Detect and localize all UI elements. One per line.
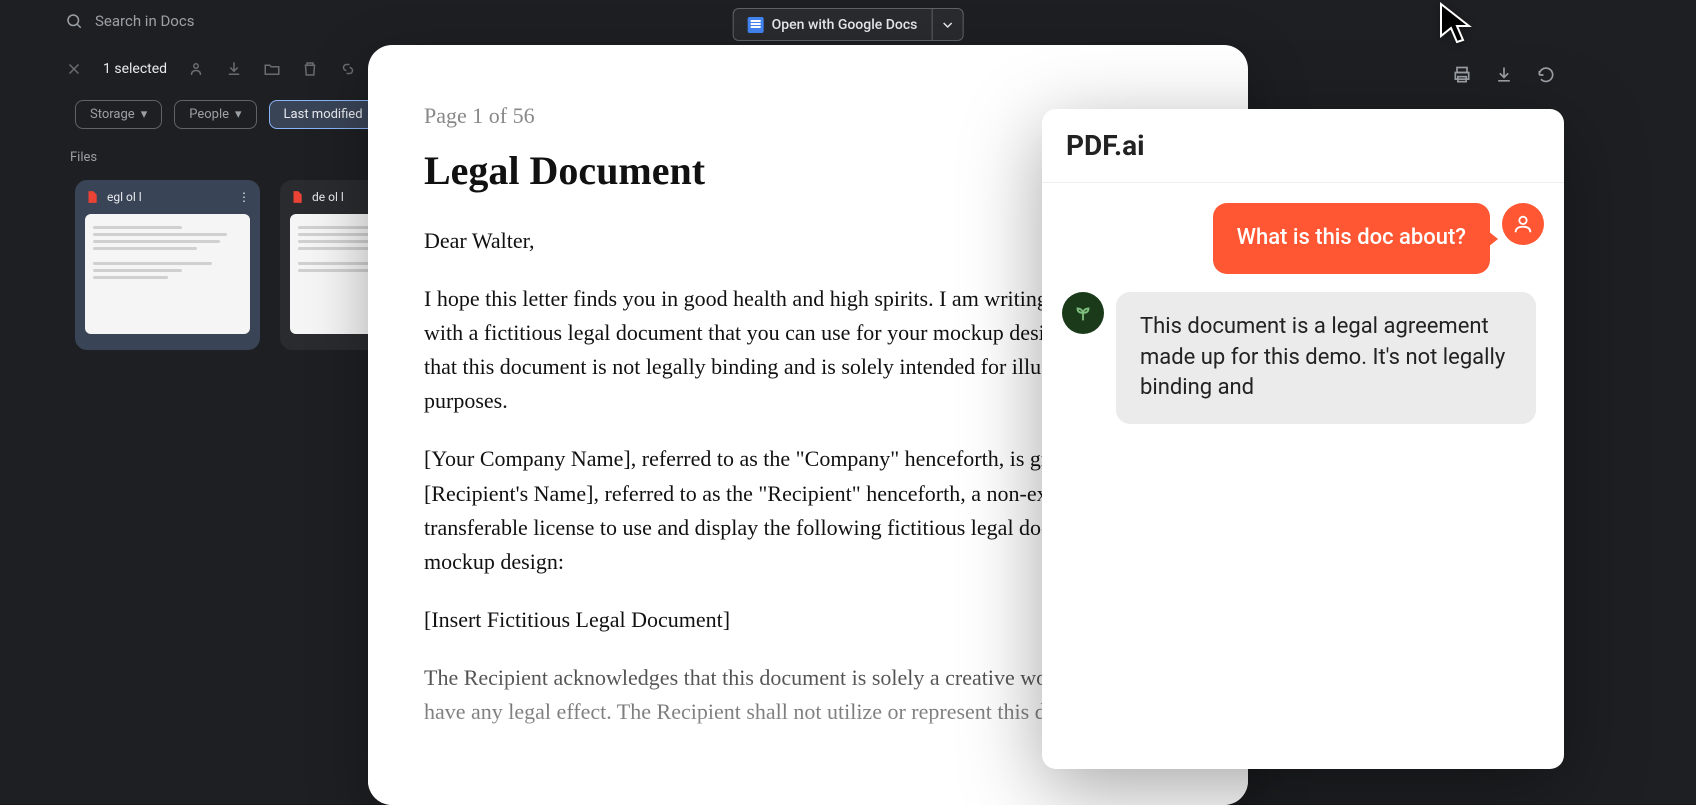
close-icon[interactable] xyxy=(65,60,83,78)
google-docs-icon xyxy=(748,17,764,33)
selection-toolbar: 1 selected xyxy=(65,60,395,78)
open-with-dropdown[interactable] xyxy=(931,9,962,40)
sprout-icon xyxy=(1072,302,1094,324)
share-icon[interactable] xyxy=(187,60,205,78)
search-placeholder: Search in Docs xyxy=(95,12,194,30)
file-thumbnail-1[interactable]: egl ol l ⋮ xyxy=(75,180,260,350)
chevron-down-icon: ▾ xyxy=(235,107,242,122)
filter-chips: Storage ▾ People ▾ Last modified ▾ xyxy=(75,100,390,129)
mouse-cursor xyxy=(1433,0,1481,48)
ai-avatar xyxy=(1062,292,1104,334)
chevron-down-icon: ▾ xyxy=(141,107,148,122)
selected-count: 1 selected xyxy=(103,61,167,77)
chat-header: PDF.ai xyxy=(1042,109,1564,183)
ai-message-bubble: This document is a legal agreement made … xyxy=(1116,292,1536,424)
filter-storage[interactable]: Storage ▾ xyxy=(75,100,162,129)
pdf-icon xyxy=(85,190,99,204)
files-section-label: Files xyxy=(70,150,97,165)
search-icon xyxy=(65,12,83,30)
user-message-bubble: What is this doc about? xyxy=(1213,203,1490,274)
print-icon[interactable] xyxy=(1452,65,1472,85)
person-icon xyxy=(1512,213,1534,235)
refresh-icon[interactable] xyxy=(1536,65,1556,85)
link-icon[interactable] xyxy=(339,60,357,78)
right-toolbar xyxy=(1452,65,1556,85)
open-with-label: Open with Google Docs xyxy=(772,17,918,33)
filter-people[interactable]: People ▾ xyxy=(174,100,256,129)
chat-message-user: What is this doc about? xyxy=(1062,203,1544,274)
more-icon[interactable]: ⋮ xyxy=(238,190,250,204)
download-icon[interactable] xyxy=(225,60,243,78)
search-bar[interactable]: Search in Docs xyxy=(65,12,194,30)
chevron-down-icon xyxy=(942,20,952,30)
delete-icon[interactable] xyxy=(301,60,319,78)
chat-title: PDF.ai xyxy=(1066,129,1540,162)
pdf-ai-chat-panel: PDF.ai What is this doc about? This docu… xyxy=(1042,109,1564,769)
chat-message-ai: This document is a legal agreement made … xyxy=(1062,292,1544,424)
open-with-button[interactable]: Open with Google Docs xyxy=(733,8,964,41)
thumbnail-preview xyxy=(85,214,250,334)
pdf-icon xyxy=(290,190,304,204)
chat-messages: What is this doc about? This document is… xyxy=(1042,183,1564,769)
move-icon[interactable] xyxy=(263,60,281,78)
user-avatar xyxy=(1502,203,1544,245)
download-icon[interactable] xyxy=(1494,65,1514,85)
